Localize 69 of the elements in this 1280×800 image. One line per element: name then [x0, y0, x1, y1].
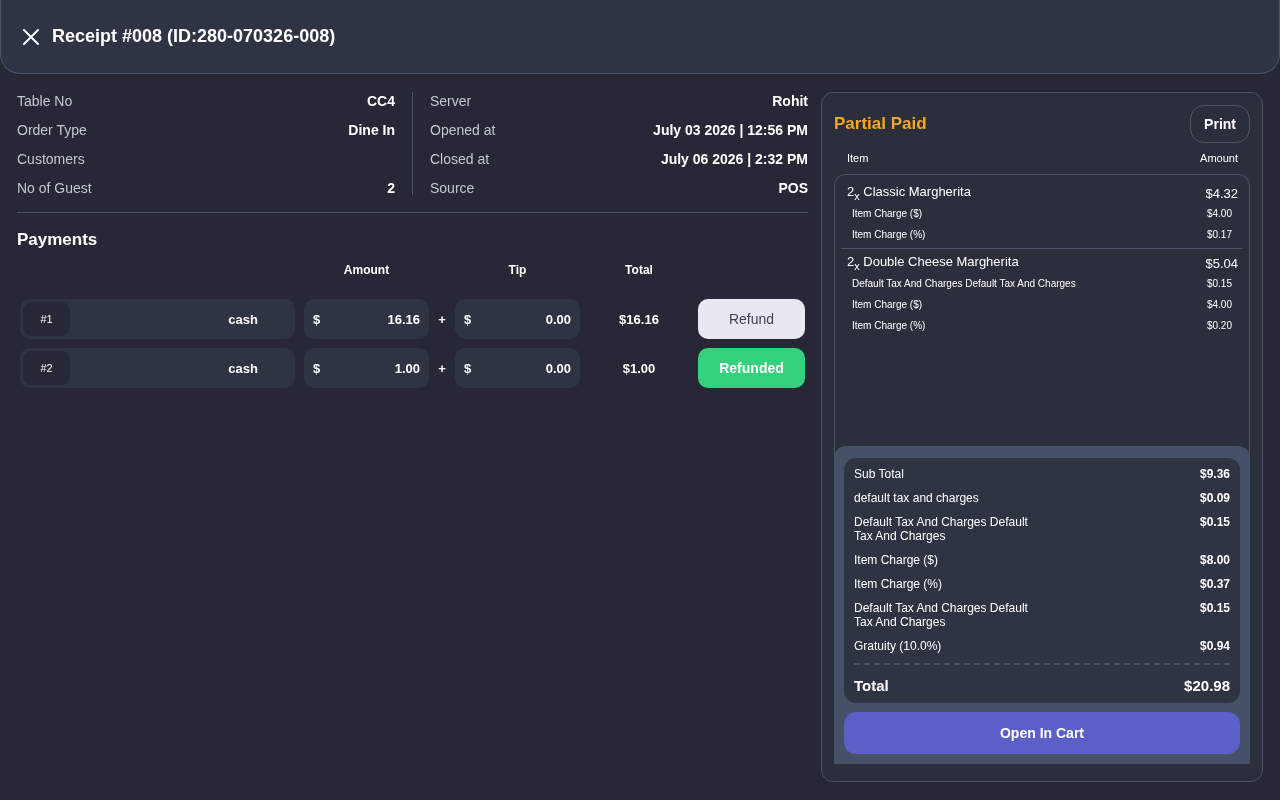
modifier-amount: $4.00	[1206, 299, 1232, 310]
plus-sign: +	[438, 311, 446, 327]
info-value: July 03 2026 | 12:56 PM	[653, 121, 808, 138]
info-label: Order Type	[17, 121, 87, 138]
info-label: Server	[430, 92, 472, 109]
info-value: July 06 2026 | 2:32 PM	[660, 150, 808, 167]
item-amount: $5.04	[1205, 255, 1238, 271]
close-icon	[23, 28, 39, 45]
summary-amount: $0.37	[1199, 577, 1230, 591]
info-label: No of Guest	[17, 179, 92, 196]
print-button[interactable]: Print	[1190, 105, 1250, 143]
info-label: Closed at	[430, 150, 490, 167]
info-label: Source	[430, 179, 475, 196]
summary-label: Item Charge ($)	[854, 553, 939, 567]
info-value: 2	[387, 179, 395, 196]
status-label: Partial Paid	[834, 114, 927, 134]
tip-field[interactable]: $ 0.00	[455, 299, 580, 339]
info-value: CC4	[367, 92, 395, 109]
summary-amount: $8.00	[1199, 553, 1230, 567]
modifier-amount: $0.20	[1206, 320, 1232, 331]
modifier-label: Item Charge (%)	[852, 229, 926, 240]
summary-label: Sub Total	[854, 467, 904, 481]
info-value: Dine In	[348, 121, 395, 138]
modifier-amount: $4.00	[1206, 208, 1232, 219]
item-name: 2$_{x}$ Double Cheese Margherita	[847, 254, 1019, 272]
summary-label: Item Charge (%)	[854, 577, 943, 591]
info-label: Customers	[17, 150, 85, 167]
summary-amount: $9.36	[1199, 467, 1230, 481]
amount-field[interactable]: $ 1.00	[304, 348, 429, 388]
modifier-amount: $0.17	[1206, 229, 1232, 240]
modifier-label: Default Tax And Charges Default Tax And Charges	[852, 278, 1076, 289]
summary-amount: $0.15	[1199, 601, 1230, 615]
info-label: Opened at	[430, 121, 496, 138]
payment-method-label: cash	[228, 360, 258, 376]
amount-field[interactable]: $ 16.16	[304, 299, 429, 339]
summary-label: default tax and charges	[854, 491, 979, 505]
item-amount: $4.32	[1205, 185, 1238, 201]
payments-title: Payments	[17, 230, 98, 249]
column-header: Item	[847, 151, 869, 165]
summary-amount: $0.09	[1199, 491, 1230, 505]
summary-label: Gratuity (10.0%)	[854, 639, 942, 653]
info-value: Rohit	[772, 92, 808, 109]
summary-label: Default Tax And Charges Default Tax And Charges	[854, 601, 1029, 629]
tip-field[interactable]: $ 0.00	[455, 348, 580, 388]
summary-amount: $0.94	[1199, 639, 1230, 653]
total-label: Total	[854, 676, 889, 694]
modifier-label: Item Charge ($)	[852, 208, 923, 219]
info-label: Table No	[17, 92, 73, 109]
payment-number-badge: #1	[23, 302, 70, 336]
payment-number-badge: #2	[23, 351, 70, 385]
item-name: 2$_{x}$ Classic Margherita	[847, 184, 971, 202]
payment-total: $1.00	[622, 360, 656, 376]
total-amount: $20.98	[1184, 676, 1230, 694]
info-value: POS	[778, 179, 808, 196]
payment-total: $16.16	[619, 311, 659, 327]
payment-method-label: cash	[228, 311, 258, 327]
column-header: Amount	[1200, 151, 1238, 165]
window-title: Receipt #008 (ID:280-070326-008)	[52, 26, 336, 47]
column-header: Tip	[508, 263, 527, 277]
column-header: Amount	[343, 263, 390, 277]
modifier-amount: $0.15	[1206, 278, 1232, 289]
summary-amount: $0.15	[1199, 515, 1230, 529]
column-header: Total	[625, 263, 653, 277]
modifier-label: Item Charge (%)	[852, 320, 926, 331]
modifier-label: Item Charge ($)	[852, 299, 923, 310]
refund-button[interactable]: Refund	[698, 299, 805, 339]
plus-sign: +	[438, 360, 446, 376]
open-in-cart-button[interactable]: Open In Cart	[844, 712, 1240, 754]
summary-label: Default Tax And Charges Default Tax And Charges	[854, 515, 1029, 543]
